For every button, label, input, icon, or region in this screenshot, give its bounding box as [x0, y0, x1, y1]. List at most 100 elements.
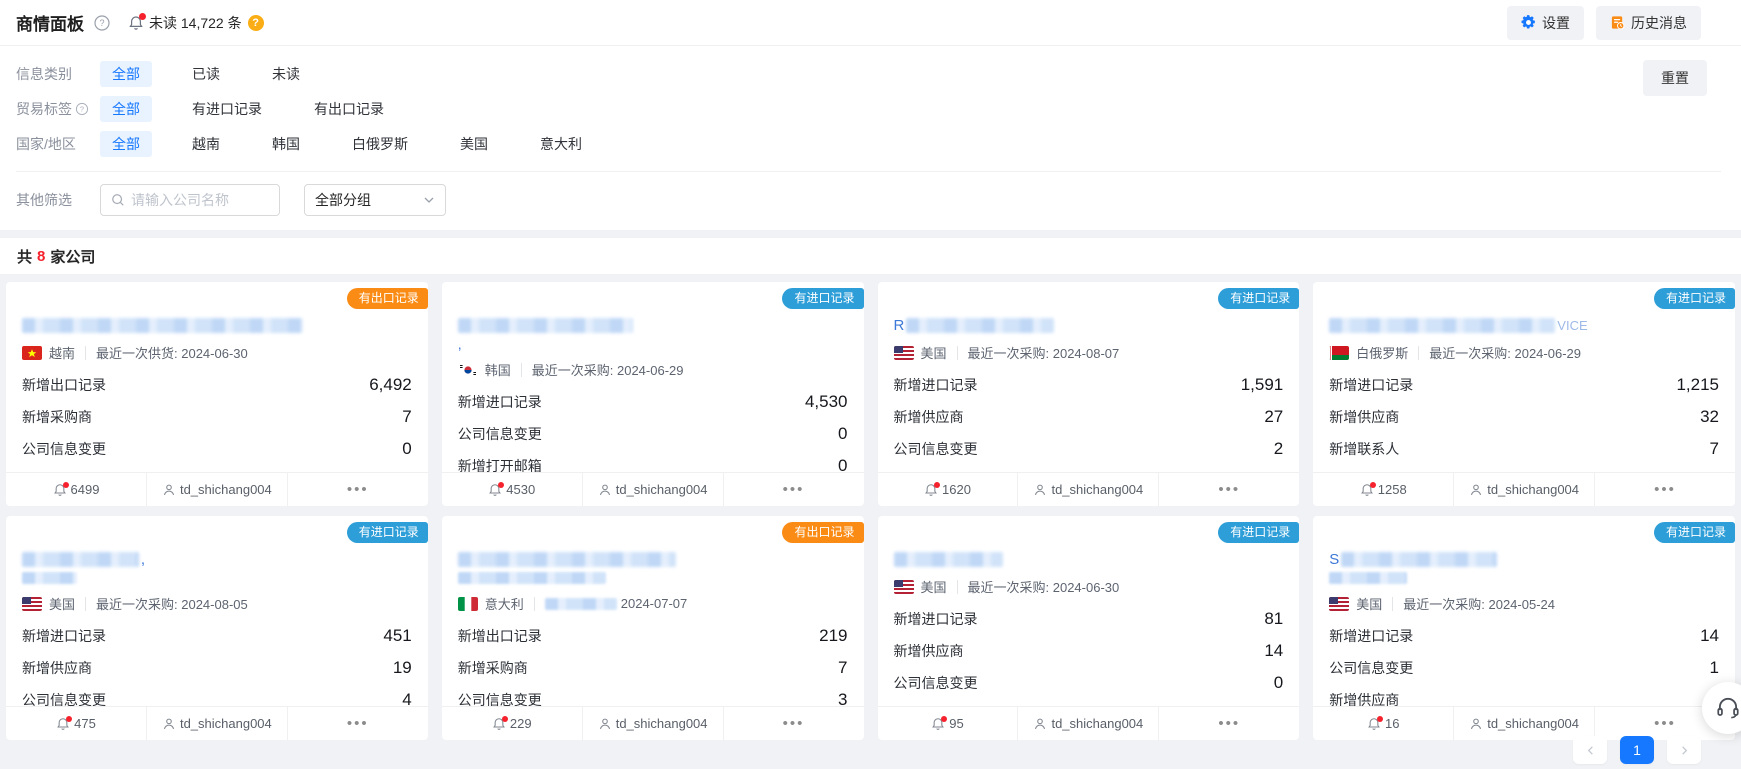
company-name-blur [458, 572, 606, 584]
filter-label: 贸易标签? [16, 99, 100, 119]
filter-option[interactable]: 美国 [448, 131, 500, 157]
company-search-box[interactable] [100, 184, 280, 216]
assigned-user-button[interactable]: td_shichang004 [146, 707, 287, 740]
filter-option[interactable]: 有进口记录 [180, 96, 274, 122]
prev-page-button[interactable] [1573, 736, 1607, 764]
filter-panel: 信息类别全部已读未读贸易标签?全部有进口记录有出口记录国家/地区全部越南韩国白俄… [0, 46, 1741, 230]
notification-red-dot [941, 716, 947, 722]
user-icon [162, 717, 176, 731]
company-name-redacted[interactable]: VICE [1329, 316, 1719, 334]
company-name-redacted[interactable] [458, 316, 848, 334]
stat-label: 新增供应商 [894, 641, 964, 661]
last-trade-date: 最近一次采购: 2024-08-05 [96, 594, 248, 613]
assigned-user-button[interactable]: td_shichang004 [1017, 473, 1158, 506]
company-meta-row: 美国最近一次采购: 2024-06-30 [894, 577, 1284, 596]
notification-count-button[interactable]: 6499 [6, 473, 146, 506]
stat-label: 新增进口记录 [1329, 626, 1413, 646]
ellipsis-icon: ••• [1218, 719, 1240, 729]
company-card[interactable]: 有出口记录越南最近一次供货: 2024-06-30新增出口记录6,492新增采购… [6, 282, 428, 506]
more-actions-button[interactable]: ••• [1158, 473, 1299, 506]
unread-counter[interactable]: 未读 14,722 条 ? [128, 13, 264, 33]
filter-option[interactable]: 未读 [260, 61, 312, 87]
bell-icon [53, 483, 67, 497]
assigned-user-button[interactable]: td_shichang004 [1453, 473, 1594, 506]
company-card[interactable]: 有进口记录,韩国最近一次采购: 2024-06-29新增进口记录4,530公司信… [442, 282, 864, 506]
assigned-user-button[interactable]: td_shichang004 [146, 473, 287, 506]
trade-record-badge: 有进口记录 [782, 288, 863, 309]
notification-count: 1258 [1378, 482, 1407, 497]
question-circle-filled-orange-icon[interactable]: ? [248, 15, 264, 31]
notification-count-button[interactable]: 95 [878, 707, 1018, 740]
company-card[interactable]: 有进口记录S美国最近一次采购: 2024-05-24新增进口记录14公司信息变更… [1313, 516, 1735, 740]
card-footer: 4530td_shichang004••• [442, 472, 864, 506]
question-circle-icon[interactable]: ? [75, 102, 89, 116]
more-actions-button[interactable]: ••• [723, 707, 864, 740]
company-name-redacted[interactable] [894, 550, 1284, 568]
filter-label-text: 贸易标签 [16, 99, 72, 119]
company-name-redacted[interactable]: , [22, 550, 412, 568]
notification-red-dot [498, 482, 504, 488]
filter-option[interactable]: 白俄罗斯 [340, 131, 420, 157]
filter-option-selected[interactable]: 全部 [100, 131, 152, 157]
stat-value: 7 [402, 407, 411, 427]
filter-option[interactable]: 有出口记录 [302, 96, 396, 122]
stat-row: 公司信息变更0 [894, 667, 1284, 699]
group-select[interactable]: 全部分组 [304, 184, 446, 216]
filter-option[interactable]: 意大利 [528, 131, 594, 157]
more-actions-button[interactable]: ••• [1158, 707, 1299, 740]
notification-red-dot [63, 482, 69, 488]
filter-option-selected[interactable]: 全部 [100, 96, 152, 122]
filter-option-selected[interactable]: 全部 [100, 61, 152, 87]
company-card[interactable]: 有进口记录R美国最近一次采购: 2024-08-07新增进口记录1,591新增供… [878, 282, 1300, 506]
company-name-redacted[interactable] [22, 316, 412, 334]
filter-option[interactable]: 韩国 [260, 131, 312, 157]
reset-button[interactable]: 重置 [1643, 60, 1707, 96]
ellipsis-icon: ••• [1654, 485, 1676, 495]
company-search-input[interactable] [131, 192, 269, 208]
stat-list: 新增进口记录4,530公司信息变更0新增打开邮箱0 [458, 386, 848, 482]
assigned-user-button[interactable]: td_shichang004 [582, 473, 723, 506]
country-flag-icon [22, 597, 42, 611]
question-circle-icon[interactable]: ? [94, 15, 110, 31]
more-actions-button[interactable]: ••• [723, 473, 864, 506]
stat-row: 新增进口记录4,530 [458, 386, 848, 418]
company-card[interactable]: 有进口记录VICE白俄罗斯最近一次采购: 2024-06-29新增进口记录1,2… [1313, 282, 1735, 506]
more-actions-button[interactable]: ••• [287, 707, 428, 740]
notification-count-button[interactable]: 4530 [442, 473, 582, 506]
company-card[interactable]: 有出口记录意大利2024-07-07新增出口记录219新增采购商7公司信息变更3… [442, 516, 864, 740]
next-page-button[interactable] [1667, 736, 1701, 764]
notification-red-dot [502, 716, 508, 722]
company-card[interactable]: 有进口记录,美国最近一次采购: 2024-08-05新增进口记录451新增供应商… [6, 516, 428, 740]
country-name: 越南 [49, 343, 75, 362]
settings-button[interactable]: 设置 [1507, 6, 1584, 40]
stat-label: 公司信息变更 [22, 439, 106, 459]
company-name-redacted[interactable]: R [894, 316, 1284, 334]
page-1-button[interactable]: 1 [1620, 736, 1654, 764]
filter-divider [16, 171, 1721, 172]
notification-count-button[interactable]: 475 [6, 707, 146, 740]
trade-record-badge: 有出口记录 [782, 522, 863, 543]
notification-count-button[interactable]: 1258 [1313, 473, 1453, 506]
notification-count-button[interactable]: 1620 [878, 473, 1018, 506]
notification-count-button[interactable]: 16 [1313, 707, 1453, 740]
card-footer: 95td_shichang004 ••• [878, 706, 1300, 740]
filter-label-text: 信息类别 [16, 64, 72, 84]
user-icon [1033, 483, 1047, 497]
notification-count-button[interactable]: 229 [442, 707, 582, 740]
more-actions-button[interactable]: ••• [1594, 473, 1735, 506]
stat-row: 新增出口记录219 [458, 620, 848, 652]
card-footer: 1620td_shichang004••• [878, 472, 1300, 506]
stat-label: 新增进口记录 [22, 626, 106, 646]
user-icon [1033, 717, 1047, 731]
filter-option[interactable]: 越南 [180, 131, 232, 157]
bell-icon [1367, 717, 1381, 731]
assigned-user-button[interactable]: td_shichang004 [582, 707, 723, 740]
company-card[interactable]: 有进口记录美国最近一次采购: 2024-06-30新增进口记录81新增供应商14… [878, 516, 1300, 740]
more-actions-button[interactable]: ••• [287, 473, 428, 506]
company-name-redacted[interactable] [458, 550, 848, 568]
stat-row: 新增供应商19 [22, 652, 412, 684]
history-messages-button[interactable]: 历史消息 [1596, 6, 1701, 40]
assigned-user-button[interactable]: td_shichang004 [1017, 707, 1158, 740]
filter-option[interactable]: 已读 [180, 61, 232, 87]
company-name-redacted[interactable]: S [1329, 550, 1719, 568]
